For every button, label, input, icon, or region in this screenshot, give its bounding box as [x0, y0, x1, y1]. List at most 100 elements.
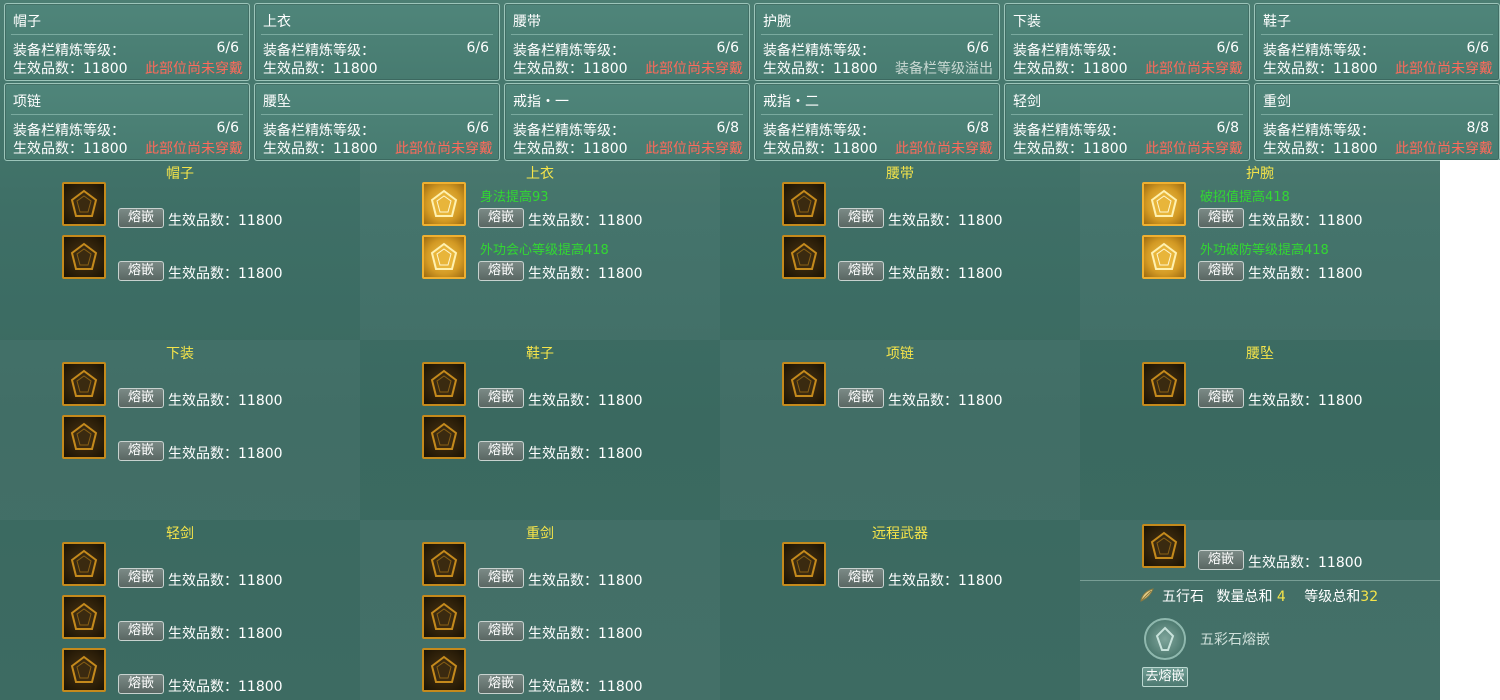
panel-10: 轻剑 装备栏精炼等级： 6/8 生效品数：11800 此部位尚未穿戴 — [1004, 83, 1250, 161]
colorful-stone-icon — [1155, 626, 1175, 651]
gem-slot[interactable] — [62, 362, 106, 406]
gem-icon — [430, 655, 458, 683]
embed-button[interactable]: 熔嵌 — [478, 388, 524, 408]
panel-title: 腰坠 — [263, 94, 291, 110]
gem-slot[interactable] — [422, 362, 466, 406]
embed-button[interactable]: 熔嵌 — [478, 261, 524, 281]
refine-level-value: 6/6 — [216, 40, 239, 56]
embed-button[interactable]: 熔嵌 — [118, 568, 164, 588]
section-7: 腰坠 熔嵌 生效品数：11800 — [1080, 340, 1440, 520]
panel-title: 帽子 — [13, 14, 41, 30]
gem-icon — [790, 549, 818, 577]
embed-button[interactable]: 熔嵌 — [118, 674, 164, 694]
effect-label: 生效品数：11800 — [763, 61, 878, 77]
refine-level-label: 装备栏精炼等级： — [1263, 43, 1375, 59]
embed-button[interactable]: 熔嵌 — [118, 441, 164, 461]
panel-note: 此部位尚未穿戴 — [895, 141, 993, 157]
panel-note: 此部位尚未穿戴 — [1395, 141, 1493, 157]
gem-slot[interactable] — [782, 542, 826, 586]
game-stage: 帽子装备栏精炼等级： 6/6 生效品数：11800 此部位尚未穿戴上衣 装备栏精炼等级：… — [0, 0, 1500, 700]
gem-slot[interactable] — [62, 415, 106, 459]
gem-slot[interactable] — [422, 595, 466, 639]
gem-slot[interactable] — [1142, 362, 1186, 406]
panel-note: 此部位尚未穿戴 — [145, 141, 243, 157]
gem-slot[interactable] — [782, 182, 826, 226]
gem-slot[interactable] — [62, 235, 106, 279]
effect-label: 生效品数：11800 — [263, 141, 378, 157]
gem-slot[interactable] — [422, 542, 466, 586]
gem-slot[interactable] — [1142, 524, 1186, 568]
section-title: 轻剑 — [166, 526, 194, 542]
embed-button[interactable]: 熔嵌 — [1198, 550, 1244, 570]
panel-8: 戒指・一 装备栏精炼等级： 6/8 生效品数：11800 此部位尚未穿戴 — [504, 83, 750, 161]
colorful-stone-slot[interactable] — [1144, 618, 1186, 660]
gem-slot[interactable] — [422, 235, 466, 279]
embed-button[interactable]: 熔嵌 — [478, 208, 524, 228]
panel-note: 此部位尚未穿戴 — [1145, 141, 1243, 157]
effect-count: 生效品数：11800 — [528, 446, 643, 462]
effect-label: 生效品数：11800 — [13, 61, 128, 77]
gem-icon — [1150, 369, 1178, 397]
panel-3: 护腕 装备栏精炼等级： 6/6 生效品数：11800 装备栏等级溢出 — [754, 3, 1000, 81]
panel-divider — [1011, 34, 1243, 35]
embed-slot: 熔嵌 生效品数：11800 — [780, 362, 1080, 414]
effect-label: 生效品数：11800 — [1263, 61, 1378, 77]
panel-divider — [11, 114, 243, 115]
effect-label: 生效品数：11800 — [1013, 61, 1128, 77]
embed-button[interactable]: 熔嵌 — [118, 208, 164, 228]
gem-slot[interactable] — [62, 648, 106, 692]
gem-slot[interactable] — [782, 235, 826, 279]
section-title: 重剑 — [526, 526, 554, 542]
gem-slot[interactable] — [62, 542, 106, 586]
gem-slot[interactable] — [1142, 182, 1186, 226]
embed-button[interactable]: 熔嵌 — [1198, 208, 1244, 228]
section-title: 腰坠 — [1246, 346, 1274, 362]
section-8: 轻剑 熔嵌 生效品数：11800 熔嵌 生效品数：11800 熔嵌 生效品数：11800 — [0, 520, 360, 700]
gem-slot[interactable] — [782, 362, 826, 406]
embed-slot: 破招值提高418 熔嵌 生效品数：11800 — [1140, 182, 1440, 234]
embed-button[interactable]: 熔嵌 — [838, 568, 884, 588]
embed-button[interactable]: 熔嵌 — [1198, 388, 1244, 408]
panel-divider — [511, 114, 743, 115]
embed-button[interactable]: 熔嵌 — [838, 208, 884, 228]
embed-button[interactable]: 熔嵌 — [118, 388, 164, 408]
gem-slot[interactable] — [1142, 235, 1186, 279]
section-9: 重剑 熔嵌 生效品数：11800 熔嵌 生效品数：11800 熔嵌 生效品数：11800 — [360, 520, 720, 700]
panel-note: 此部位尚未穿戴 — [1395, 61, 1493, 77]
embed-button[interactable]: 熔嵌 — [478, 674, 524, 694]
embed-button[interactable]: 熔嵌 — [118, 621, 164, 641]
effect-count: 生效品数：11800 — [528, 573, 643, 589]
embed-slot: 熔嵌 生效品数：11800 — [420, 595, 720, 647]
panel-0: 帽子 装备栏精炼等级： 6/6 生效品数：11800 此部位尚未穿戴 — [4, 3, 250, 81]
gem-slot[interactable] — [422, 648, 466, 692]
gem-slot[interactable] — [422, 182, 466, 226]
effect-count: 生效品数：11800 — [168, 679, 283, 695]
panel-title: 重剑 — [1263, 94, 1291, 110]
go-embed-button[interactable]: 去熔嵌 — [1142, 667, 1188, 687]
embed-button[interactable]: 熔嵌 — [1198, 261, 1244, 281]
panel-5: 鞋子 装备栏精炼等级： 6/6 生效品数：11800 此部位尚未穿戴 — [1254, 3, 1500, 81]
gem-icon — [70, 549, 98, 577]
gem-slot[interactable] — [62, 182, 106, 226]
section-title: 远程武器 — [872, 526, 928, 542]
effect-count: 生效品数：11800 — [168, 213, 283, 229]
panel-note: 此部位尚未穿戴 — [1145, 61, 1243, 77]
embed-button[interactable]: 熔嵌 — [478, 621, 524, 641]
gem-slot[interactable] — [422, 415, 466, 459]
section-11: 熔嵌 生效品数：11800 — [1080, 520, 1440, 700]
refine-level-value: 6/6 — [466, 120, 489, 136]
embed-button[interactable]: 熔嵌 — [478, 568, 524, 588]
embed-button[interactable]: 熔嵌 — [838, 388, 884, 408]
embed-button[interactable]: 熔嵌 — [478, 441, 524, 461]
embed-button[interactable]: 熔嵌 — [838, 261, 884, 281]
section-title: 上衣 — [526, 166, 554, 182]
refine-level-value: 6/6 — [466, 40, 489, 56]
stone-summary: 五行石 数量总和 4 等级总和32 — [1140, 586, 1378, 606]
embed-button[interactable]: 熔嵌 — [118, 261, 164, 281]
gem-slot[interactable] — [62, 595, 106, 639]
level-sum-value: 32 — [1360, 589, 1379, 605]
embed-slot: 熔嵌 生效品数：11800 — [60, 235, 360, 287]
gem-icon — [430, 369, 458, 397]
refine-level-label: 装备栏精炼等级： — [513, 43, 625, 59]
embed-slot: 熔嵌 生效品数：11800 — [780, 542, 1080, 594]
